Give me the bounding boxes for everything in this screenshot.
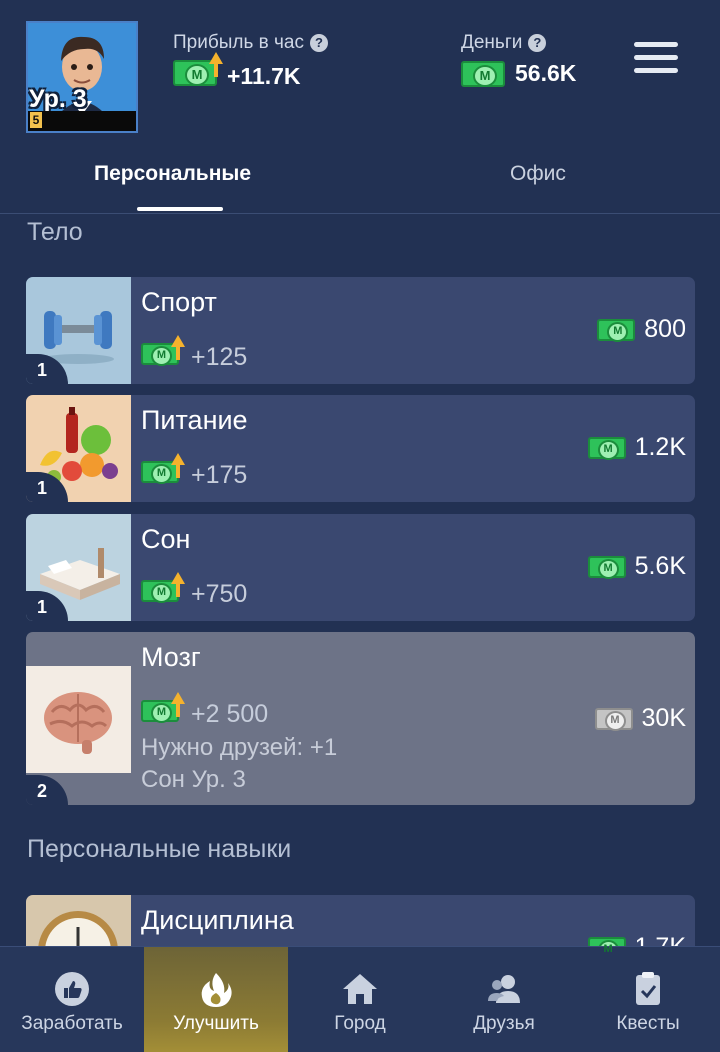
- money-icon: M: [587, 555, 626, 579]
- card-price: M 1.2K: [587, 433, 686, 462]
- clipboard-icon: [636, 972, 660, 1005]
- card-price: M 30K: [594, 704, 686, 733]
- card-price-value: 5.6K: [634, 552, 686, 580]
- dumbbell-icon: 1: [26, 277, 131, 384]
- requirement-friends: Нужно друзей: +1: [141, 734, 338, 761]
- money-value: 56.6K: [515, 60, 577, 86]
- fire-icon: [201, 973, 232, 1007]
- money-up-icon: M: [173, 52, 223, 92]
- friends-icon: [488, 975, 520, 1003]
- requirement-level: Сон Ур. 3: [141, 766, 246, 793]
- profit-value: +11.7K: [227, 62, 301, 89]
- card-level-badge: 2: [26, 775, 68, 805]
- upgrade-card-sport[interactable]: 1 Спорт M +125 M 800: [26, 277, 695, 384]
- money-up-icon: M: [141, 453, 185, 490]
- nav-earn[interactable]: Заработать: [0, 947, 144, 1052]
- food-icon: 1: [26, 395, 131, 502]
- card-income: M +750: [141, 572, 248, 609]
- profit-help-icon[interactable]: ?: [309, 34, 328, 52]
- nav-city[interactable]: Город: [288, 947, 432, 1052]
- nav-label: Город: [334, 1013, 386, 1034]
- home-icon: [343, 974, 377, 1004]
- hamburger-menu-icon[interactable]: [634, 42, 678, 76]
- section-title-body: Тело: [27, 218, 83, 246]
- nav-friends[interactable]: Друзья: [432, 947, 576, 1052]
- profit-per-hour: Прибыль в час ? M +11.7K: [173, 32, 328, 92]
- money-up-icon: M: [141, 572, 185, 609]
- category-tabs: Персональные Офис: [0, 150, 720, 214]
- card-income-value: +175: [191, 461, 248, 489]
- thumbs-up-icon: [55, 972, 89, 1006]
- tab-personal[interactable]: Персональные: [94, 162, 251, 186]
- nav-quests[interactable]: Квесты: [576, 947, 720, 1052]
- brain-icon: [26, 666, 131, 773]
- upgrade-card-brain[interactable]: 2 Мозг M +2 500 Нужно друзей: +1 Сон Ур.…: [26, 632, 695, 805]
- card-title: Спорт: [141, 287, 217, 317]
- avatar-level: Ур. 3: [29, 85, 87, 113]
- money-locked-icon: M: [594, 707, 633, 731]
- nav-label: Улучшить: [173, 1013, 259, 1034]
- card-income: M +125: [141, 335, 248, 372]
- nav-upgrade[interactable]: Улучшить: [144, 947, 288, 1052]
- bottom-navigation: Заработать Улучшить Город Друзья Квесты: [0, 946, 720, 1052]
- money-up-icon: M: [141, 692, 185, 729]
- profit-label: Прибыль в час: [173, 32, 304, 53]
- active-tab-indicator: [137, 207, 223, 211]
- header: Ур. 3 5 Прибыль в час ? M +11.7K Деньги …: [0, 0, 720, 150]
- card-income-value: +2 500: [191, 700, 269, 728]
- money-icon: M: [597, 318, 636, 342]
- money-balance: Деньги ? M 56.6K: [461, 32, 576, 87]
- tab-office[interactable]: Офис: [510, 162, 566, 186]
- card-income: M +175: [141, 453, 248, 490]
- upgrade-card-sleep[interactable]: 1 Сон M +750 M 5.6K: [26, 514, 695, 621]
- nav-label: Друзья: [473, 1013, 535, 1034]
- card-price-value: 800: [644, 315, 686, 343]
- money-icon: M: [461, 60, 505, 87]
- avatar-small-level: 5: [30, 112, 42, 128]
- card-title: Мозг: [141, 642, 201, 672]
- card-price-value: 30K: [641, 704, 686, 732]
- money-up-icon: M: [141, 335, 185, 372]
- card-title: Дисциплина: [141, 905, 294, 935]
- card-price: M 5.6K: [587, 552, 686, 581]
- bed-icon: 1: [26, 514, 131, 621]
- card-price-value: 1.2K: [634, 433, 686, 461]
- money-label: Деньги: [461, 32, 523, 53]
- card-title: Питание: [141, 405, 248, 435]
- nav-label: Квесты: [616, 1013, 680, 1034]
- money-icon: M: [587, 436, 626, 460]
- avatar[interactable]: Ур. 3 5: [26, 21, 138, 133]
- card-income: M +2 500: [141, 692, 269, 729]
- card-title: Сон: [141, 524, 191, 554]
- card-price: M 800: [597, 315, 686, 344]
- money-help-icon[interactable]: ?: [528, 34, 547, 52]
- card-income-value: +750: [191, 580, 248, 608]
- avatar-progress-bar: 5: [28, 111, 136, 131]
- nav-label: Заработать: [21, 1013, 123, 1034]
- upgrade-card-nutrition[interactable]: 1 Питание M +175 M 1.2K: [26, 395, 695, 502]
- section-title-skills: Персональные навыки: [27, 835, 292, 863]
- card-income-value: +125: [191, 343, 248, 371]
